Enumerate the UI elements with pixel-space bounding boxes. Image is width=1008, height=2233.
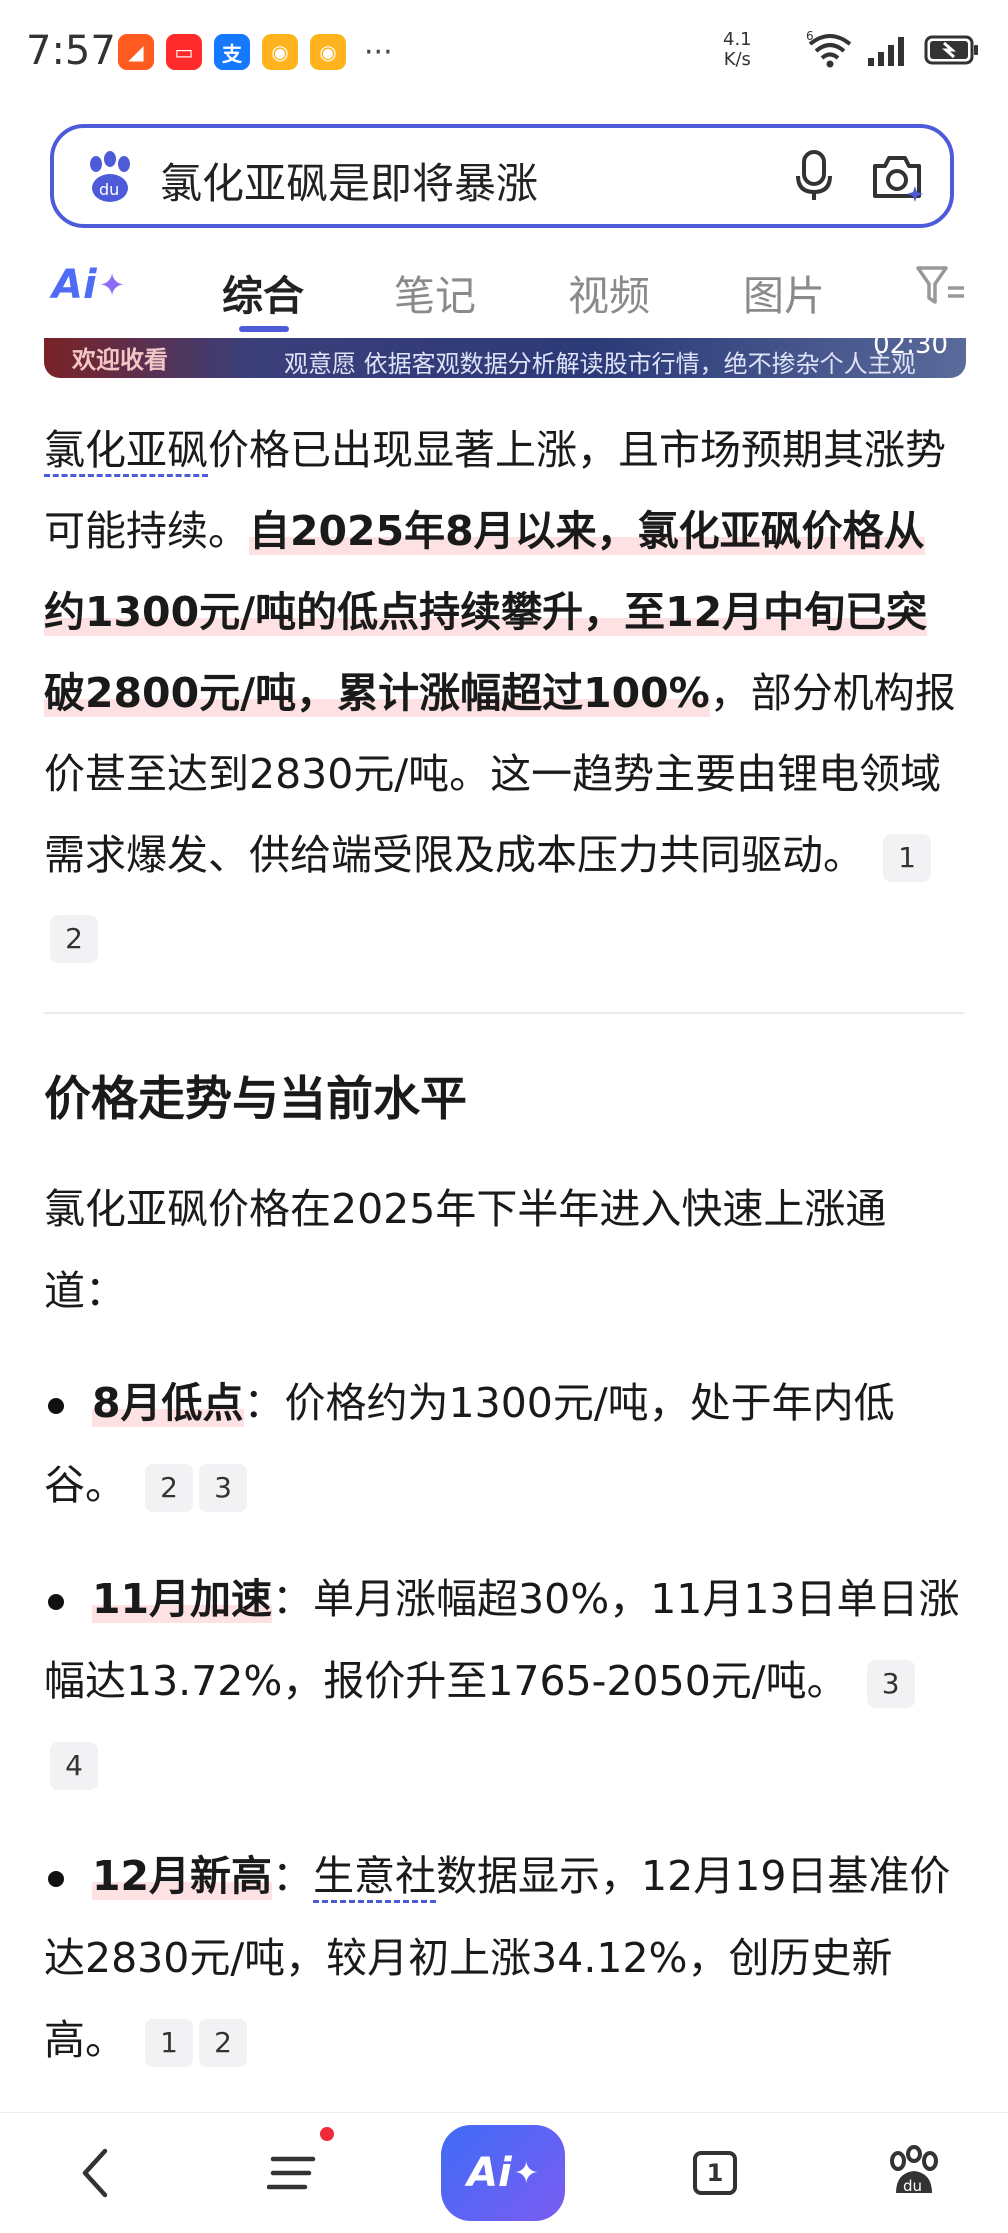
- alipay-app-icon: 支: [214, 34, 250, 70]
- video-caption: 观意愿 依据客观数据分析解读股市行情，绝不掺杂个人主观: [284, 350, 916, 378]
- citation-badge[interactable]: 1: [883, 834, 932, 882]
- bullet-dot: [48, 1594, 64, 1610]
- source-link[interactable]: 生意社: [313, 1852, 437, 1903]
- video-preview-strip[interactable]: 欢迎收看 观意愿 依据客观数据分析解读股市行情，绝不掺杂个人主观 02:30: [44, 338, 966, 378]
- bullet-prefix: ：: [272, 1852, 314, 1900]
- search-bar[interactable]: du 氯化亚砜是即将暴涨: [50, 124, 954, 228]
- net-speed-value: 4.1: [723, 29, 752, 50]
- notification-dot: [320, 2127, 334, 2141]
- ai-assistant-button[interactable]: Ai ✦: [441, 2125, 565, 2221]
- baidu-paw-icon: du: [90, 151, 130, 202]
- tabs-button[interactable]: 1: [680, 2113, 750, 2233]
- more-notifications-icon: ···: [364, 34, 393, 70]
- net-speed: 4.1 K/s: [723, 30, 752, 70]
- chevron-left-icon: [82, 2148, 108, 2198]
- citation-badge[interactable]: 2: [199, 2019, 248, 2067]
- wifi-standard-label: 6: [806, 30, 814, 43]
- camera-search-icon[interactable]: [869, 150, 925, 204]
- bottom-navigation: Ai ✦ 1 du: [0, 2112, 1008, 2233]
- battery-icon: [924, 35, 978, 65]
- answer-summary: 氯化亚砜价格已出现显著上涨，且市场预期其涨势可能持续。自2025年8月以来，氯化…: [44, 410, 964, 977]
- citation-badge[interactable]: 3: [866, 1660, 915, 1708]
- baidu-home-button[interactable]: du: [876, 2113, 952, 2233]
- status-time: 7:57: [26, 28, 116, 74]
- system-icons: 6: [806, 30, 980, 70]
- svg-text:du: du: [99, 180, 119, 199]
- section-intro: 氯化亚砜价格在2025年下半年进入快速上涨通道：: [44, 1185, 887, 1315]
- microphone-icon[interactable]: [792, 148, 836, 204]
- citation-badge[interactable]: 2: [50, 915, 98, 963]
- back-button[interactable]: [60, 2113, 130, 2233]
- wifi-icon: 6: [806, 30, 852, 68]
- tab-images[interactable]: 图片: [743, 262, 825, 322]
- ai-button-label: Ai: [467, 2150, 512, 2196]
- baidu-paw-icon: du: [890, 2145, 938, 2195]
- menu-button[interactable]: [258, 2113, 328, 2233]
- citation-badge[interactable]: 3: [199, 1464, 248, 1512]
- video-caption-left: 欢迎收看: [72, 346, 168, 374]
- sparkle-icon: ✦: [98, 266, 126, 304]
- bullet-label: 8月低点: [92, 1379, 244, 1427]
- bullet-dot: [48, 1398, 64, 1414]
- bullet-label: 11月加速: [92, 1575, 273, 1623]
- section-heading: 价格走势与当前水平: [44, 1072, 467, 1127]
- tab-count-icon: 1: [693, 2151, 737, 2195]
- tab-count: 1: [706, 2159, 724, 2187]
- sparkle-icon: ✦: [513, 2155, 539, 2191]
- citation-badge[interactable]: 1: [145, 2019, 194, 2067]
- bullet-label: 12月新高: [92, 1852, 273, 1900]
- bullet-dot: [48, 1871, 64, 1887]
- menu-icon: [267, 2156, 316, 2190]
- citation-badge[interactable]: 4: [50, 1742, 98, 1790]
- notification-icons: ◢ ▭ 支 ◉ ◉ ···: [118, 34, 393, 70]
- tab-notes[interactable]: 笔记: [394, 262, 476, 322]
- citation-badge[interactable]: 2: [145, 1464, 194, 1512]
- ai-tab-label: Ai: [52, 262, 97, 308]
- svg-text:du: du: [903, 2177, 922, 2195]
- section-divider: [44, 1012, 964, 1014]
- weibo-app-icon-2: ◉: [310, 34, 346, 70]
- net-speed-unit: K/s: [723, 49, 751, 70]
- toutiao-app-icon: ◢: [118, 34, 154, 70]
- ai-tab[interactable]: Ai ✦: [52, 262, 125, 308]
- search-input[interactable]: 氯化亚砜是即将暴涨: [160, 150, 538, 211]
- filter-icon[interactable]: [916, 264, 966, 308]
- list-item: 8月低点：价格约为1300元/吨，处于年内低谷。 23: [44, 1362, 964, 1526]
- list-item: 12月新高：生意社数据显示，12月19日基准价达2830元/吨，较月初上涨34.…: [44, 1835, 964, 2081]
- list-item: 11月加速：单月涨幅超30%，11月13日单日涨幅达13.72%，报价升至176…: [44, 1558, 964, 1804]
- signal-icon: [868, 37, 904, 66]
- tab-video[interactable]: 视频: [568, 262, 650, 322]
- term-link[interactable]: 氯化亚砜: [44, 426, 208, 477]
- status-bar: 7:57 ◢ ▭ 支 ◉ ◉ ··· 4.1 K/s 6: [0, 0, 1008, 108]
- video-duration: 02:30: [873, 338, 948, 360]
- result-tabs: Ai ✦ 综合 笔记 视频 图片: [0, 250, 1008, 332]
- weibo-app-icon: ◉: [262, 34, 298, 70]
- red-app-icon: ▭: [166, 34, 202, 70]
- active-tab-indicator: [239, 326, 289, 332]
- tab-all[interactable]: 综合: [222, 262, 304, 322]
